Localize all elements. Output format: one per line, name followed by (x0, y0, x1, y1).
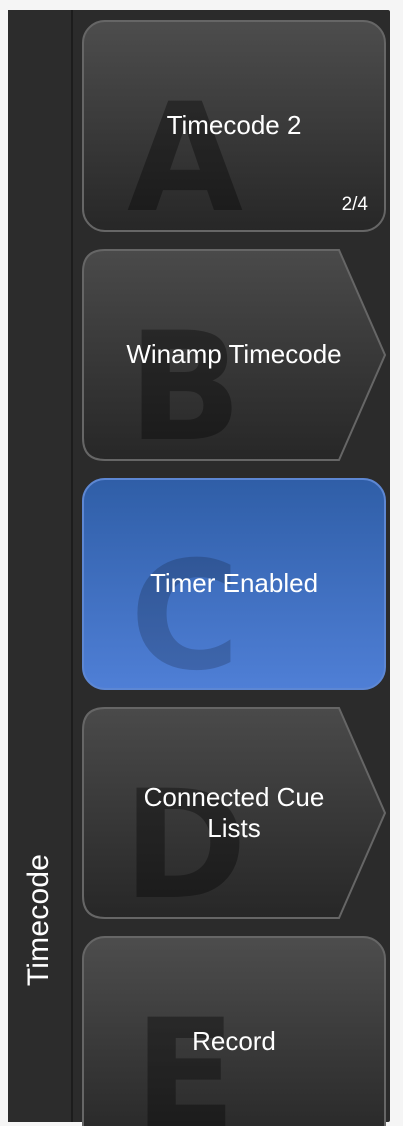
sidebar-title: Timecode (8, 770, 71, 1070)
app-window: Timecode A Timecode 2 2/4 B Winamp Timec… (0, 0, 403, 1126)
softkey-d-shape (82, 707, 386, 919)
softkey-c-shape (82, 478, 386, 690)
softkey-d-button[interactable]: D Connected Cue Lists (82, 707, 386, 919)
softkey-b-shape (82, 249, 386, 461)
softkey-c-button[interactable]: C Timer Enabled (82, 478, 386, 690)
sidebar-title-text: Timecode (22, 853, 56, 987)
softkey-a-button[interactable]: A Timecode 2 2/4 (82, 20, 386, 232)
sidebar: Timecode (8, 10, 73, 1122)
softkey-panel: Timecode A Timecode 2 2/4 B Winamp Timec… (8, 10, 390, 1126)
softkey-e-button[interactable]: E Record (82, 936, 386, 1126)
softkey-e-shape (82, 936, 386, 1126)
softkey-b-button[interactable]: B Winamp Timecode (82, 249, 386, 461)
softkey-a-shape (82, 20, 386, 232)
